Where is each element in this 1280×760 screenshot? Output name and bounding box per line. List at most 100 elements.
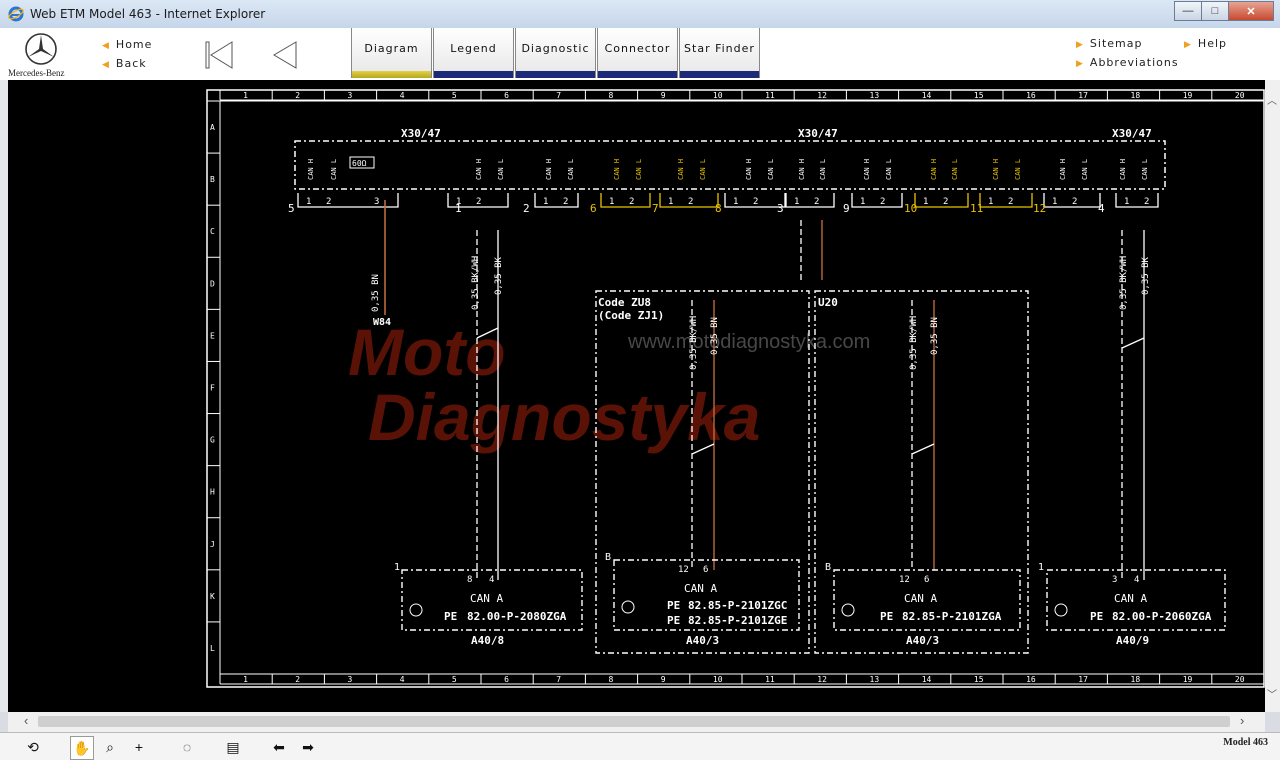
can-l-label: CAN L: [767, 159, 775, 180]
wire-label-bn-1: 0,35 BN: [371, 274, 381, 312]
row-label: K: [210, 592, 215, 601]
tab-diagnostic[interactable]: Diagnostic: [515, 28, 596, 78]
connector-x30-housing: [294, 140, 1166, 190]
pin-number: 2: [753, 197, 758, 207]
pe-label: PE: [667, 599, 680, 612]
scroll-right-icon[interactable]: ›: [1240, 713, 1244, 728]
triangle-left-icon: ◀: [102, 41, 110, 51]
pin-b: 4: [489, 575, 494, 585]
module-lead: B: [825, 562, 831, 573]
minimize-button[interactable]: —: [1174, 1, 1202, 21]
window-title: Web ETM Model 463 - Internet Explorer: [30, 7, 266, 21]
can-h-label: CAN H: [307, 159, 315, 180]
pan-hand-icon[interactable]: ✋: [70, 736, 94, 760]
group-number: 3: [777, 202, 784, 215]
help-link[interactable]: ▶ Help: [1184, 37, 1227, 50]
can-l-label: CAN L: [699, 159, 707, 180]
ref-label: 82.00-P-2080ZGA: [467, 610, 567, 623]
row-label: H: [210, 488, 215, 497]
column-label: 7: [556, 675, 561, 684]
column-label: 16: [1026, 675, 1036, 684]
column-label: 1: [243, 91, 248, 100]
pin-number: 2: [1072, 197, 1077, 207]
column-label: 10: [713, 91, 723, 100]
module-a40-9[interactable]: 1 3 4 CAN A PE 82.00-P-2060ZGA A40/9: [1038, 562, 1226, 647]
can-l-label: CAN L: [1081, 159, 1089, 180]
module-a40-3-u20[interactable]: B 12 6 CAN A PE 82.85-P-2101ZGA A40/3: [825, 562, 1021, 647]
horizontal-scrollbar[interactable]: ‹ ›: [8, 712, 1265, 732]
scroll-down-icon[interactable]: ﹀: [1267, 686, 1277, 701]
lightbulb-icon[interactable]: ◌: [176, 736, 198, 758]
can-l-label: CAN L: [1141, 159, 1149, 180]
connector-label-x30-mid: X30/47: [798, 127, 838, 140]
pin-number: 1: [923, 197, 928, 207]
zoom-icon[interactable]: ⌕: [99, 736, 121, 758]
first-page-icon[interactable]: [202, 40, 236, 70]
scroll-left-icon[interactable]: ‹: [24, 713, 28, 728]
tab-connector[interactable]: Connector: [597, 28, 678, 78]
pin-number: 1: [609, 197, 614, 207]
column-label: 4: [400, 675, 405, 684]
column-label: 15: [974, 91, 984, 100]
column-label: 14: [922, 675, 932, 684]
transistor-icon: [841, 603, 855, 617]
scroll-up-icon[interactable]: ︿: [1267, 92, 1277, 107]
model-label: Model 463: [1223, 737, 1268, 748]
column-label: 17: [1078, 675, 1088, 684]
column-label: 7: [556, 91, 561, 100]
previous-page-icon[interactable]: [268, 40, 302, 70]
module-name: A40/3: [906, 634, 939, 647]
module-lead: 1: [394, 562, 400, 573]
maximize-button[interactable]: □: [1201, 1, 1229, 21]
watermark: Moto Diagnostyka www.motodiagnostyka.com: [348, 315, 870, 454]
tab-label: Legend: [450, 42, 497, 55]
tab-label: Diagnostic: [521, 42, 590, 55]
tab-legend[interactable]: Legend: [433, 28, 514, 78]
watermark-url: www.motodiagnostyka.com: [627, 331, 870, 353]
pin-number: 1: [733, 197, 738, 207]
tab-indicator: [434, 71, 513, 78]
can-h-label: CAN H: [798, 159, 806, 180]
can-a-label: CAN A: [470, 592, 503, 605]
abbreviations-link[interactable]: ▶ Abbreviations: [1076, 56, 1179, 69]
arrow-left-icon[interactable]: ⬅: [268, 736, 290, 758]
code-label-zu8: Code ZU8: [598, 296, 651, 309]
print-icon[interactable]: ▤: [222, 736, 244, 758]
module-a40-3-zu8[interactable]: B 12 6 CAN A PE 82.85-P-2101ZGC PE 82.85…: [605, 552, 800, 647]
column-label: 3: [348, 675, 353, 684]
pe-label: PE: [444, 610, 457, 623]
can-l-label: CAN L: [497, 159, 505, 180]
can-l-label: CAN L: [567, 159, 575, 180]
column-label: 10: [713, 675, 723, 684]
tab-star-finder[interactable]: Star Finder: [679, 28, 760, 78]
row-label: E: [210, 331, 215, 340]
app-toolbar: Mercedes-Benz ◀ Home ◀ Back Diagram Legend…: [0, 28, 1280, 81]
can-a-label: CAN A: [1114, 592, 1147, 605]
can-h-label: CAN H: [930, 159, 938, 180]
connector-group-numbers: 5 1 2 6 7 8 3 9 10 11 12 4: [288, 202, 1105, 215]
back-link[interactable]: ◀ Back: [102, 57, 147, 70]
can-h-label: CAN H: [545, 159, 553, 180]
wiring-diagram-viewport[interactable]: Moto Diagnostyka www.motodiagnostyka.com…: [8, 80, 1265, 712]
arrow-right-icon[interactable]: ➡: [297, 736, 319, 758]
tab-label: Diagram: [364, 42, 419, 55]
pe-label: PE: [667, 614, 680, 627]
vertical-scrollbar[interactable]: ︿ ﹀: [1265, 80, 1280, 712]
pin-b: 6: [924, 575, 929, 585]
close-button[interactable]: ✕: [1228, 1, 1274, 21]
row-label: J: [210, 540, 215, 549]
reset-view-icon[interactable]: ⟲: [22, 736, 44, 758]
wire-label-bk-4: 0,35 BK: [1141, 256, 1151, 295]
window-titlebar: Web ETM Model 463 - Internet Explorer — …: [0, 0, 1280, 29]
module-a40-8[interactable]: 1 8 4 CAN A PE 82.00-P-2080ZGA A40/8: [394, 562, 583, 647]
home-link[interactable]: ◀ Home: [102, 38, 152, 51]
row-label: G: [210, 436, 215, 445]
sitemap-link[interactable]: ▶ Sitemap: [1076, 37, 1142, 50]
tab-diagram[interactable]: Diagram: [351, 28, 432, 78]
crosshair-icon[interactable]: +: [128, 736, 150, 758]
scroll-thumb[interactable]: [38, 716, 1230, 727]
group-number: 9: [843, 202, 850, 215]
column-label: 13: [870, 675, 880, 684]
help-label: Help: [1197, 37, 1227, 50]
module-name: A40/9: [1116, 634, 1149, 647]
